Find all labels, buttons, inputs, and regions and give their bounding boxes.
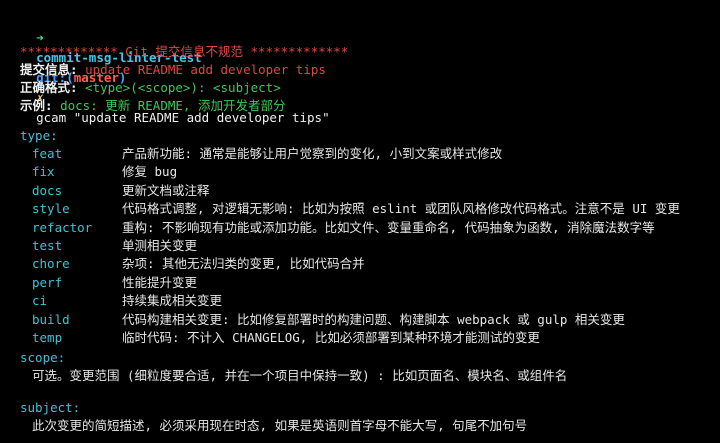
type-key: style <box>32 201 70 217</box>
scope-description: 可选。变更范围 (细粒度要合适, 并在一个项目中保持一致) : 比如页面名、模块… <box>32 368 568 383</box>
type-row: chore 杂项: 其他无法归类的变更, 比如代码合并 <box>32 254 365 274</box>
example-label: 示例: <box>20 98 53 113</box>
type-description: 代码构建相关变更: 比如修复部署时的构建问题、构建脚本 webpack 或 gu… <box>122 311 625 327</box>
type-row: ci 持续集成相关变更 <box>32 291 222 311</box>
type-description: 产品新功能: 通常是能够让用户觉察到的变化, 小到文案或样式修改 <box>122 146 503 161</box>
type-header: type: <box>20 128 58 143</box>
error-banner: ************* Git 提交信息不规范 ************* <box>20 44 349 59</box>
example-row: 示例: docs: 更新 README, 添加开发者部分 <box>20 96 285 116</box>
type-description: 持续集成相关变更 <box>122 293 223 309</box>
subject-description: 此次变更的简短描述, 必须采用现在时态, 如果是英语则首字母不能大写, 句尾不加… <box>32 418 528 433</box>
type-description: 代码格式调整, 对逻辑无影响: 比如为按照 eslint 或团队风格修改代码格式… <box>122 201 680 217</box>
type-description: 性能提升变更 <box>122 274 198 290</box>
type-description: 修复 bug <box>122 164 178 180</box>
type-row: feat 产品新功能: 通常是能够让用户觉察到的变化, 小到文案或样式修改 <box>32 144 502 164</box>
type-description: 单测相关变更 <box>122 238 198 253</box>
type-key: ci <box>32 293 48 309</box>
correct-format-label: 正确格式: <box>20 80 78 95</box>
type-key: build <box>32 311 70 327</box>
type-row: perf 性能提升变更 <box>32 273 197 293</box>
type-row: style 代码格式调整, 对逻辑无影响: 比如为按照 eslint 或团队风格修… <box>32 199 680 219</box>
type-row: fix 修复 bug <box>32 162 177 182</box>
prompt-line: ➜ commit-msg-linter-test git:(master) ✗ … <box>6 8 330 125</box>
type-row: test 单测相关变更 <box>32 236 197 256</box>
type-row: docs 更新文档或注释 <box>32 181 210 201</box>
type-description: 更新文档或注释 <box>122 182 210 198</box>
type-row: temp 临时代码: 不计入 CHANGELOG, 比如必须部署到某种环境才能测试… <box>32 328 540 348</box>
commit-message-value: update README add developer tips <box>85 62 326 77</box>
commit-message-row: 提交信息: update README add developer tips <box>20 60 326 80</box>
type-key: fix <box>32 164 55 180</box>
subject-header: subject: <box>20 400 81 415</box>
terminal-window: ➜ commit-msg-linter-test git:(master) ✗ … <box>0 0 720 443</box>
type-key: docs <box>32 182 63 198</box>
type-description: 临时代码: 不计入 CHANGELOG, 比如必须部署到某种环境才能测试的变更 <box>122 330 540 345</box>
type-row: build 代码构建相关变更: 比如修复部署时的构建问题、构建脚本 webpack… <box>32 310 625 330</box>
type-key: refactor <box>32 219 93 235</box>
scope-header: scope: <box>20 350 66 365</box>
commit-message-label: 提交信息: <box>20 62 78 77</box>
type-key: feat <box>32 146 63 161</box>
example-value: docs: 更新 README, 添加开发者部分 <box>60 98 286 113</box>
type-description: 杂项: 其他无法归类的变更, 比如代码合并 <box>122 256 365 272</box>
correct-format-row: 正确格式: <type>(<scope>): <subject> <box>20 78 281 98</box>
type-key: chore <box>32 256 70 272</box>
type-key: test <box>32 238 63 253</box>
type-key: perf <box>32 274 63 290</box>
type-description: 重构: 不影响现有功能或添加功能。比如文件、变量重命名, 代码抽象为函数, 消除… <box>122 219 655 235</box>
type-row: refactor 重构: 不影响现有功能或添加功能。比如文件、变量重命名, 代码抽… <box>32 218 655 238</box>
correct-format-value: <type>(<scope>): <subject> <box>85 80 281 95</box>
type-key: temp <box>32 330 63 345</box>
